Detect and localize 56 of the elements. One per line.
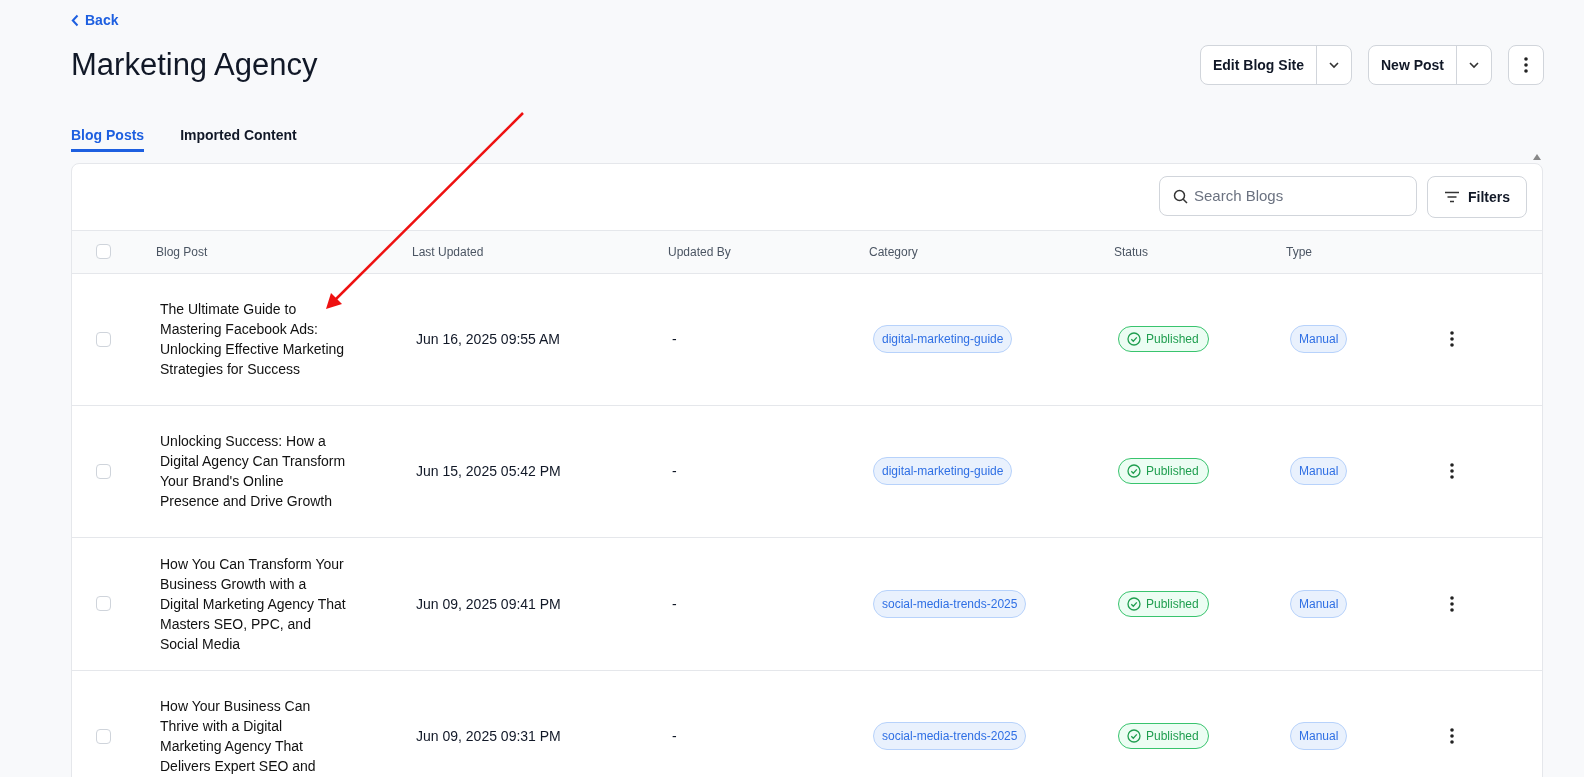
- filter-icon: [1444, 190, 1460, 203]
- type-tag: Manual: [1290, 325, 1348, 353]
- check-circle-icon: [1127, 332, 1141, 346]
- post-title: The Ultimate Guide to Mastering Facebook Ads: Unlocking Effective Marketing Strategies for Success: [159, 300, 346, 379]
- kebab-icon: [1524, 56, 1528, 73]
- kebab-icon: [1450, 331, 1454, 347]
- last-updated-cell-text: Jun 09, 2025 09:41 PM: [415, 595, 562, 612]
- chevron-down-icon: [1328, 60, 1340, 69]
- chevron-left-icon: [71, 13, 79, 27]
- check-circle-icon: [1127, 596, 1141, 611]
- check-circle-icon: [1127, 729, 1141, 743]
- row-checkbox[interactable]: [96, 331, 111, 347]
- column-header: Type: [1286, 244, 1313, 259]
- last-updated-cell-text: Jun 16, 2025 09:55 AM: [415, 331, 561, 347]
- post-title: Unlocking Success: How a Digital Agency Can Transform Your Brand's Online Presence and Drive Growth: [159, 432, 346, 511]
- row-checkbox[interactable]: [96, 596, 111, 611]
- last-updated-cell-text: Jun 15, 2025 05:42 PM: [415, 463, 562, 479]
- status-badge: Published: [1118, 458, 1209, 484]
- last-updated-cell-text: Jun 09, 2025 09:31 PM: [415, 728, 562, 744]
- search-field[interactable]: Search Blogs: [1159, 175, 1417, 216]
- page-title: Marketing Agency: [71, 46, 318, 83]
- more-options-button[interactable]: [1508, 44, 1544, 85]
- status-badge: Published: [1118, 590, 1209, 617]
- kebab-icon: [1450, 463, 1454, 479]
- column-header: Category: [869, 244, 919, 259]
- type-tag: Manual: [1290, 722, 1348, 750]
- updated-by-cell-text: -: [671, 728, 678, 744]
- column-header: Blog Post: [156, 244, 209, 259]
- search-icon: [1173, 188, 1188, 204]
- category-tag: digital-marketing-guide: [873, 457, 1013, 485]
- post-title: How You Can Transform Your Business Growth with a Digital Marketing Agency That Masters SEO, PPC, and Social Media: [159, 554, 346, 654]
- back-link[interactable]: Back: [71, 12, 119, 28]
- row-checkbox[interactable]: [96, 728, 111, 744]
- check-circle-icon: [1127, 464, 1141, 478]
- post-title: How Your Business Can Thrive with a Digital Marketing Agency That Delivers Expert SEO and: [159, 697, 317, 776]
- status-badge: Published: [1118, 326, 1209, 352]
- status-badge: Published: [1118, 723, 1209, 749]
- column-header: Last Updated: [412, 244, 485, 259]
- updated-by-cell-text: -: [671, 463, 678, 479]
- kebab-icon: [1450, 728, 1454, 744]
- filters-button[interactable]: Filters: [1427, 175, 1527, 218]
- updated-by-cell-text: -: [671, 331, 678, 347]
- chevron-down-icon: [1468, 60, 1480, 69]
- column-header: Updated By: [668, 244, 732, 259]
- updated-by-cell-text: -: [671, 595, 678, 612]
- type-tag: Manual: [1290, 457, 1348, 485]
- type-tag: Manual: [1290, 589, 1348, 618]
- column-header: Status: [1114, 244, 1150, 259]
- tab[interactable]: Blog Posts: [71, 126, 145, 152]
- tab[interactable]: Imported Content: [180, 126, 297, 152]
- category-tag: social-media-trends-2025: [873, 589, 1027, 618]
- category-tag: social-media-trends-2025: [873, 722, 1027, 750]
- select-all-checkbox[interactable]: [96, 244, 111, 259]
- row-checkbox[interactable]: [96, 463, 111, 479]
- kebab-icon: [1450, 595, 1454, 612]
- category-tag: digital-marketing-guide: [873, 325, 1013, 353]
